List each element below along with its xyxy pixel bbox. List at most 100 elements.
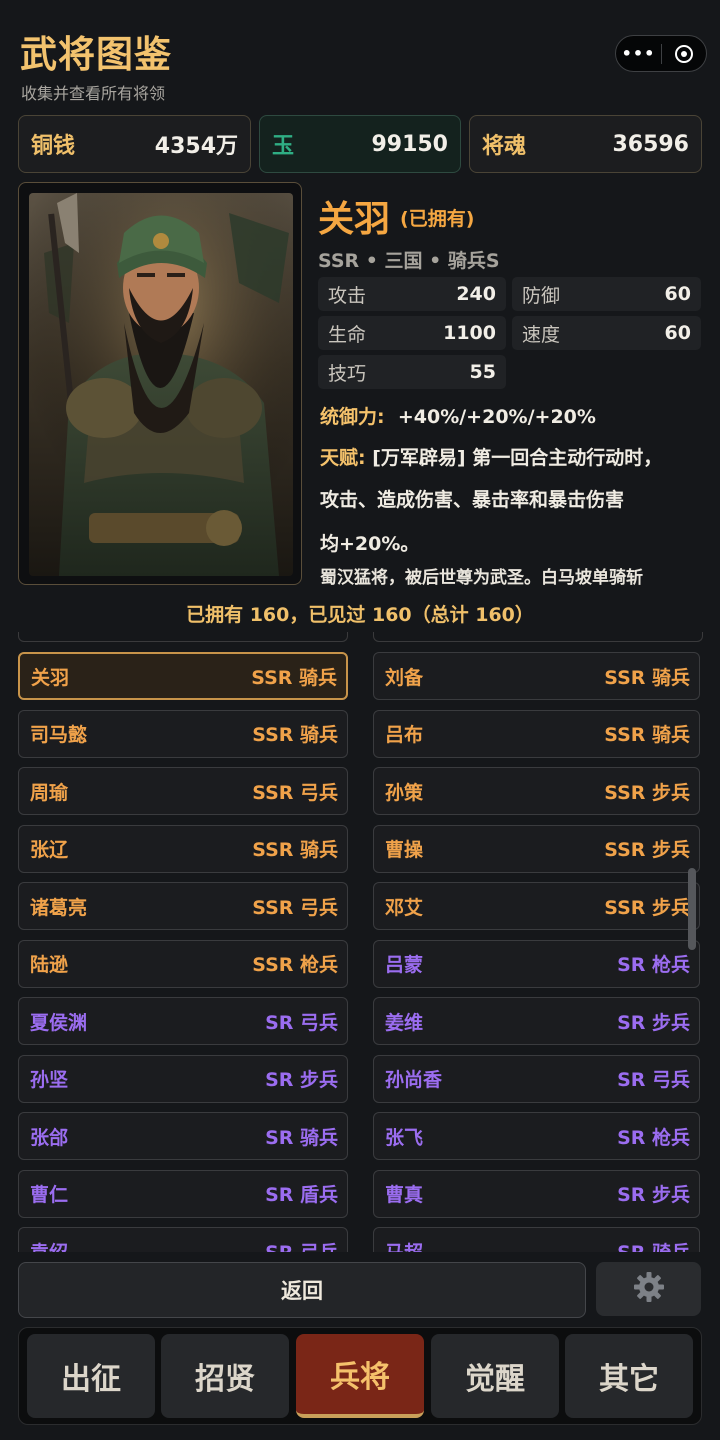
- general-row[interactable]: 司马懿 SSR 骑兵: [18, 709, 348, 758]
- general-name: 邓艾: [385, 896, 424, 919]
- talent-label: 天赋:: [320, 447, 366, 469]
- stat-value: 240: [456, 283, 496, 305]
- general-row[interactable]: 姜维 SR 步兵: [373, 997, 700, 1045]
- stat-value: 60: [664, 283, 691, 305]
- hero-lore: 蜀汉猛将，被后世尊为武圣。白马坡单骑斩: [320, 568, 643, 588]
- general-rank: SSR 骑兵: [252, 839, 338, 861]
- close-target-icon[interactable]: [662, 44, 706, 63]
- back-button[interactable]: 返回: [18, 1262, 586, 1318]
- general-rank: SSR 枪兵: [252, 954, 338, 976]
- hero-meta: SSR • 三国 • 骑兵S: [318, 250, 500, 272]
- general-row[interactable]: 关羽 SSR 骑兵: [18, 652, 348, 700]
- general-row[interactable]: 曹操 SSR 步兵: [373, 824, 700, 873]
- general-name: 孙坚: [30, 1069, 69, 1091]
- general-name: 夏侯渊: [30, 1011, 88, 1034]
- general-rank: SSR 步兵: [604, 839, 690, 861]
- general-rank: SR 盾兵: [265, 1184, 338, 1206]
- general-rank: SR 步兵: [617, 1184, 690, 1206]
- general-name: 司马懿: [30, 724, 88, 746]
- general-row[interactable]: 袁绍 SR 弓兵: [18, 1227, 348, 1252]
- general-row[interactable]: 马超 SR 骑兵: [373, 1227, 700, 1252]
- command-line: 统御力: +40%/+20%/+20%: [320, 402, 596, 429]
- general-row[interactable]: 周瑜 SSR 弓兵: [18, 767, 348, 815]
- general-name: 袁绍: [30, 1238, 68, 1253]
- general-row[interactable]: 邓艾 SSR 步兵: [373, 882, 700, 930]
- general-rank: SSR 步兵: [604, 896, 690, 919]
- general-row[interactable]: 孙坚 SR 步兵: [18, 1054, 348, 1103]
- tab-generals[interactable]: 兵将: [296, 1334, 424, 1418]
- currency-jade: 玉 99150: [259, 115, 461, 173]
- general-row[interactable]: 夏侯渊 SR 弓兵: [18, 997, 348, 1045]
- general-row[interactable]: 孙策 SSR 步兵: [373, 767, 700, 815]
- stat-speed: 速度 60: [512, 316, 701, 350]
- general-name: 陆逊: [30, 954, 69, 976]
- general-row[interactable]: 孙尚香 SR 弓兵: [373, 1054, 700, 1103]
- general-rank: SSR 骑兵: [604, 724, 690, 746]
- general-name: 马超: [385, 1238, 423, 1253]
- general-row[interactable]: 曹真 SR 步兵: [373, 1169, 700, 1218]
- list-scrollbar[interactable]: [688, 868, 696, 950]
- mini-program-capsule: •••: [615, 35, 707, 72]
- general-rank: SR 弓兵: [617, 1069, 690, 1091]
- tab-expedition[interactable]: 出征: [27, 1334, 155, 1418]
- tab-recruit[interactable]: 招贤: [161, 1334, 289, 1418]
- general-row[interactable]: 刘备 SSR 骑兵: [373, 652, 700, 700]
- general-name: 孙策: [385, 781, 424, 804]
- stat-label: 防御: [522, 284, 561, 307]
- general-rank: SR 步兵: [617, 1011, 690, 1034]
- stat-skill: 技巧 55: [318, 355, 506, 389]
- general-row[interactable]: 吕蒙 SR 枪兵: [373, 939, 700, 988]
- general-row[interactable]: 张飞 SR 枪兵: [373, 1112, 700, 1160]
- currency-soul: 将魂 36596: [469, 115, 702, 173]
- currency-copper: 铜钱 4354万: [18, 115, 251, 173]
- tab-other[interactable]: 其它: [565, 1334, 693, 1418]
- hero-portrait-card: [18, 182, 302, 585]
- talent-text-3: 均+20%。: [320, 533, 420, 555]
- currency-value: 36596: [612, 131, 689, 157]
- page-subtitle: 收集并查看所有将领: [21, 84, 166, 103]
- general-rank: SSR 步兵: [604, 781, 690, 804]
- page-title: 武将图鉴: [20, 33, 172, 76]
- settings-button[interactable]: [596, 1262, 701, 1316]
- general-name: 张飞: [385, 1126, 424, 1149]
- general-rank: SR 枪兵: [617, 1126, 690, 1149]
- general-name: 吕蒙: [385, 954, 424, 976]
- tab-awaken[interactable]: 觉醒: [431, 1334, 559, 1418]
- currency-value: 99150: [371, 131, 448, 157]
- currency-label: 玉: [272, 134, 295, 159]
- general-name: 张辽: [30, 839, 69, 861]
- currency-label: 将魂: [482, 134, 527, 159]
- stat-label: 攻击: [328, 284, 367, 307]
- stat-label: 技巧: [328, 362, 367, 385]
- hero-portrait: [29, 193, 293, 576]
- general-row[interactable]: 吕布 SSR 骑兵: [373, 709, 700, 758]
- currency-value: 4354万: [154, 134, 238, 159]
- general-row[interactable]: 曹仁 SR 盾兵: [18, 1169, 348, 1218]
- stat-hp: 生命 1100: [318, 316, 506, 350]
- stat-value: 60: [664, 322, 691, 344]
- general-rank: SR 弓兵: [265, 1238, 338, 1253]
- general-row[interactable]: 张辽 SSR 骑兵: [18, 824, 348, 873]
- general-rank: SSR 骑兵: [604, 666, 690, 689]
- general-name: 孙尚香: [385, 1069, 443, 1091]
- more-dots-icon[interactable]: •••: [616, 44, 661, 63]
- currency-label: 铜钱: [31, 134, 76, 159]
- general-name: 张郃: [30, 1126, 69, 1149]
- general-rank: SR 枪兵: [617, 954, 690, 976]
- general-name: 曹操: [385, 839, 424, 861]
- general-name: 姜维: [385, 1011, 424, 1034]
- general-rank: SSR 弓兵: [252, 896, 338, 919]
- owned-tag: (已拥有): [400, 208, 475, 230]
- stat-value: 55: [469, 361, 496, 383]
- general-name: 诸葛亮: [30, 896, 88, 919]
- stat-label: 生命: [328, 323, 367, 346]
- stat-defense: 防御 60: [512, 277, 701, 311]
- general-row[interactable]: 诸葛亮 SSR 弓兵: [18, 882, 348, 930]
- general-row[interactable]: 陆逊 SSR 枪兵: [18, 939, 348, 988]
- general-rank: SSR 弓兵: [252, 781, 338, 804]
- general-rank: SR 步兵: [265, 1069, 338, 1091]
- gear-icon: [632, 1270, 666, 1308]
- general-rank: SSR 骑兵: [251, 666, 337, 689]
- general-list[interactable]: 关羽 SSR 骑兵 司马懿 SSR 骑兵 周瑜 SSR 弓兵 张辽 SSR 骑兵 诸葛亮 SSR …: [0, 640, 720, 1252]
- general-row[interactable]: 张郃 SR 骑兵: [18, 1112, 348, 1160]
